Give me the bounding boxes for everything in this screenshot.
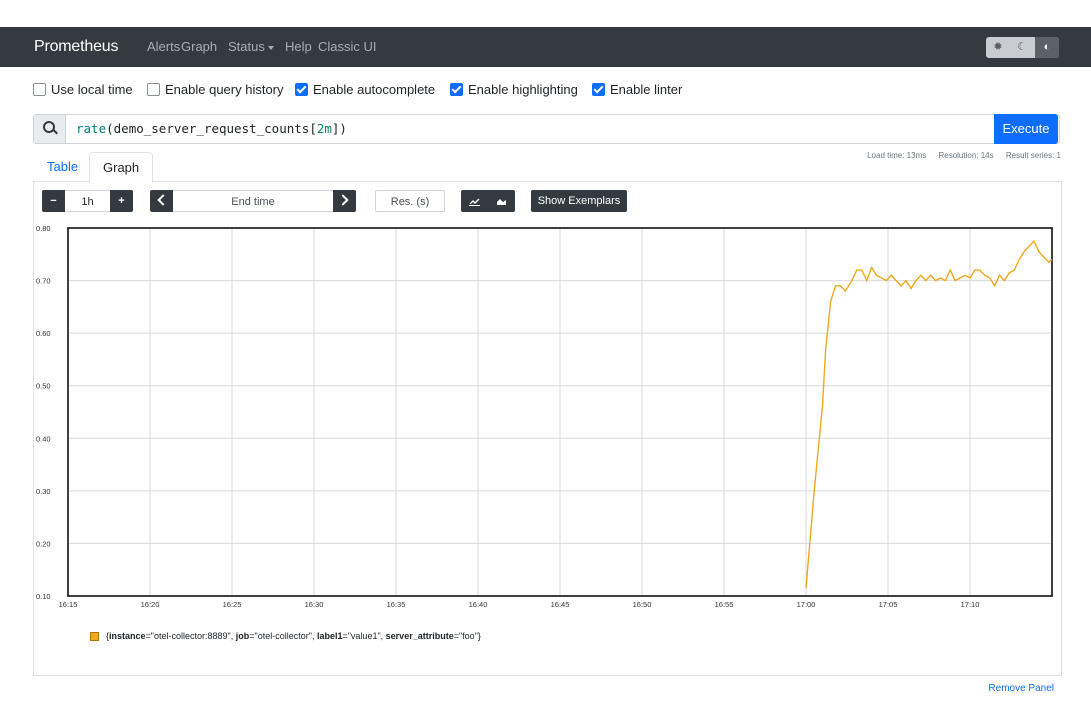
x-tick-label: 16:15 <box>59 600 78 609</box>
y-tick-label: 0.60 <box>36 329 51 338</box>
legend-key-instance: instance <box>109 631 146 641</box>
x-tick-label: 17:00 <box>797 600 816 609</box>
x-tick-label: 16:40 <box>469 600 488 609</box>
remove-panel-link[interactable]: Remove Panel <box>988 683 1054 694</box>
y-tick-label: 0.50 <box>36 382 51 391</box>
y-tick-label: 0.30 <box>36 487 51 496</box>
legend-val-instance: "otel-collector:8889" <box>150 631 231 641</box>
legend-val-job: "otel-collector" <box>254 631 312 641</box>
y-tick-label: 0.10 <box>36 592 51 601</box>
y-tick-label: 0.80 <box>36 224 51 233</box>
y-tick-label: 0.40 <box>36 434 51 443</box>
x-tick-label: 17:05 <box>879 600 898 609</box>
legend-key-job: job <box>235 631 250 641</box>
x-tick-label: 16:25 <box>223 600 242 609</box>
series-line[interactable] <box>805 239 1053 589</box>
y-axis: 0.10 0.20 0.30 0.40 0.50 0.60 0.70 0.80 <box>36 224 51 601</box>
x-tick-label: 16:30 <box>305 600 324 609</box>
y-tick-label: 0.70 <box>36 277 51 286</box>
x-tick-label: 17:10 <box>961 600 980 609</box>
legend-key-label1: label1 <box>316 631 343 641</box>
legend-key-server-attribute: server_attribute <box>385 631 454 641</box>
x-tick-label: 16:45 <box>551 600 570 609</box>
legend-val-label1: "value1" <box>347 631 381 641</box>
x-tick-label: 16:55 <box>715 600 734 609</box>
graph-chart: 0.100.200.300.400.500.600.700.80 16:15 16… <box>36 224 1053 609</box>
legend-item[interactable]: {instance="otel-collector:8889", job="ot… <box>90 631 481 642</box>
x-axis: 16:15 16:20 16:25 16:30 16:35 16:40 16:45 16:50… <box>59 600 980 609</box>
y-tick-label: 0.20 <box>36 539 51 548</box>
x-tick-label: 16:35 <box>387 600 406 609</box>
legend-swatch <box>90 632 99 642</box>
x-tick-label: 16:20 <box>141 600 160 609</box>
x-tick-label: 16:50 <box>633 600 652 609</box>
legend-val-server-attribute: "foo" <box>458 631 478 641</box>
